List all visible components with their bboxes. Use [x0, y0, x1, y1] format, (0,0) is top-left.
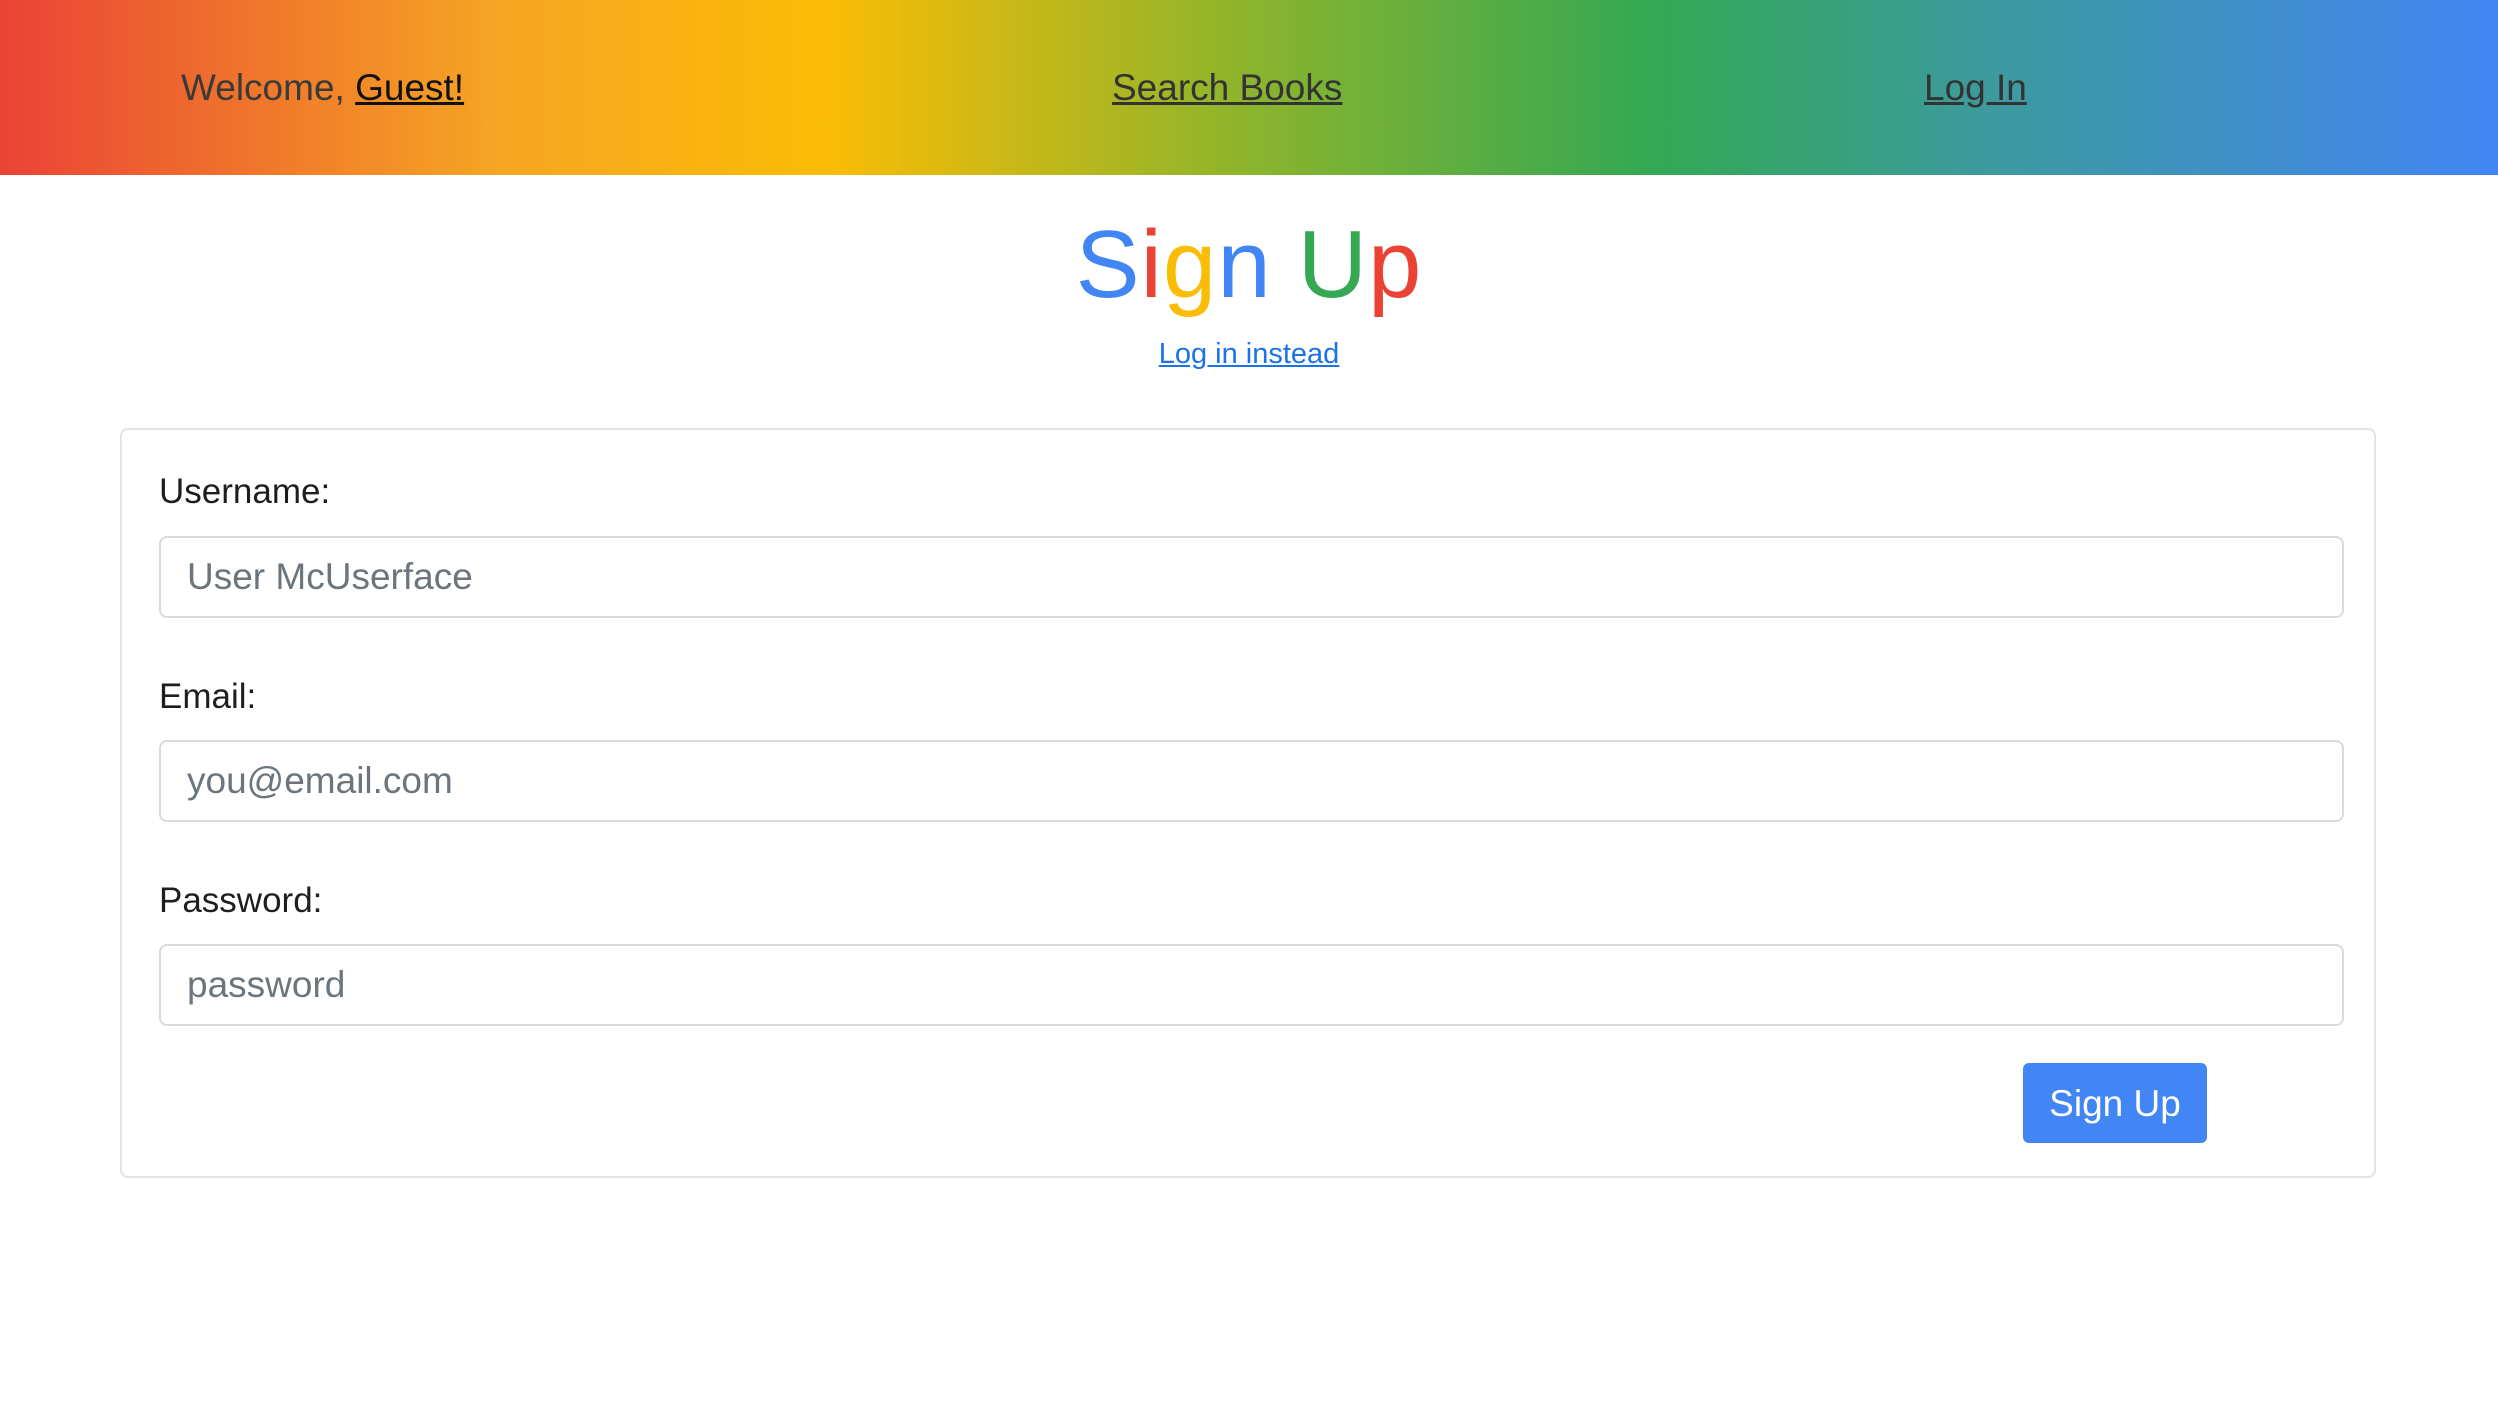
page-title: Sign Up — [0, 210, 2498, 320]
log-in-instead-link[interactable]: Log in instead — [1159, 338, 1340, 370]
password-label: Password: — [159, 881, 323, 920]
signup-form-card: Username: Email: Password: Sign Up — [120, 428, 2376, 1178]
password-input[interactable] — [159, 944, 2344, 1026]
email-input[interactable] — [159, 740, 2344, 822]
title-letter: U — [1297, 211, 1369, 318]
title-letter: S — [1075, 211, 1141, 318]
username-input[interactable] — [159, 536, 2344, 618]
title-letter: n — [1217, 211, 1272, 318]
search-books-link[interactable]: Search Books — [1112, 0, 1342, 175]
top-nav-bar: Welcome, Guest! Search Books Log In — [0, 0, 2498, 175]
email-label: Email: — [159, 677, 257, 716]
guest-link[interactable]: Guest! — [355, 67, 464, 108]
title-letter: p — [1368, 211, 1423, 318]
alt-link-row: Log in instead — [0, 336, 2498, 372]
welcome-prefix: Welcome, — [181, 67, 356, 108]
welcome-text: Welcome, Guest! — [181, 0, 464, 175]
title-letter: i — [1140, 211, 1163, 318]
sign-up-button[interactable]: Sign Up — [2023, 1063, 2207, 1143]
username-label: Username: — [159, 472, 331, 511]
title-letter: g — [1162, 211, 1218, 318]
log-in-link[interactable]: Log In — [1924, 0, 2027, 175]
